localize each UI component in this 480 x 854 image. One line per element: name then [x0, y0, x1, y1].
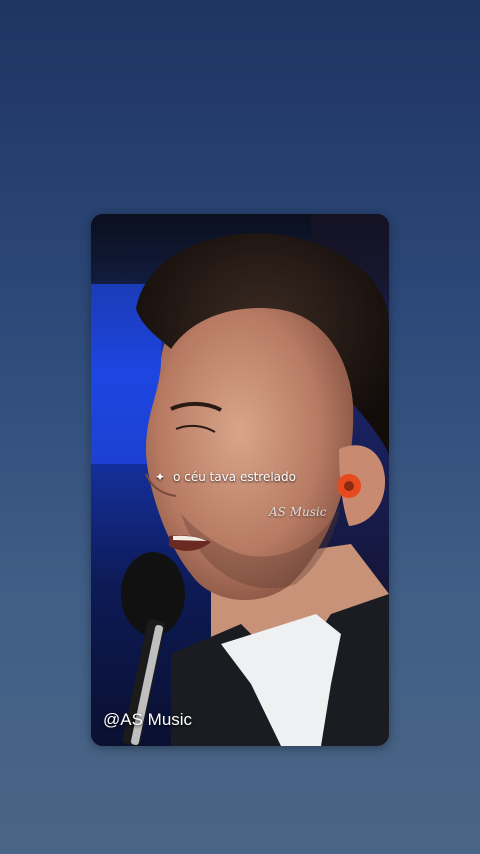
video-card[interactable]: ✦ o céu tava estrelado AS Music @AS Musi… — [91, 214, 389, 746]
lyric-caption: ✦ o céu tava estrelado — [155, 470, 296, 484]
lyric-text: o céu tava estrelado — [173, 470, 296, 484]
center-watermark: AS Music — [269, 505, 327, 519]
channel-watermark: @AS Music — [103, 710, 193, 729]
sparkle-icon: ✦ — [155, 470, 166, 484]
